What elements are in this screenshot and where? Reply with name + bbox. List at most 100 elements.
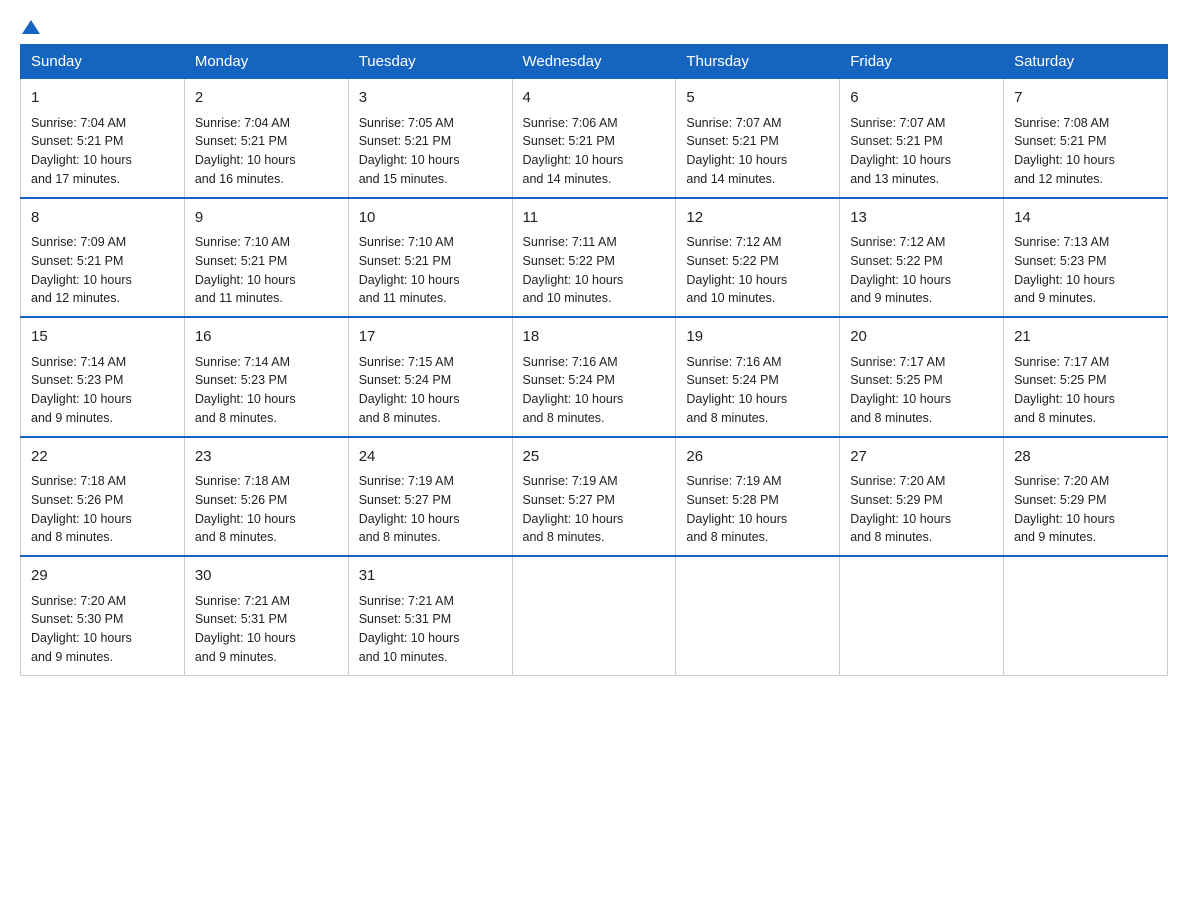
sunset-label: Sunset: 5:21 PM (850, 134, 942, 148)
calendar-week-5: 29Sunrise: 7:20 AMSunset: 5:30 PMDayligh… (21, 556, 1168, 675)
calendar-week-1: 1 Sunrise: 7:04 AM Sunset: 5:21 PM Daylight… (21, 79, 1168, 198)
day-number: 15 (31, 326, 174, 349)
sunrise-label: Sunrise: 7:16 AM (686, 355, 781, 369)
daylight-label: Daylight: 10 hours (850, 392, 951, 406)
sunrise-label: Sunrise: 7:07 AM (686, 116, 781, 130)
calendar-cell (1004, 556, 1168, 675)
sunrise-label: Sunrise: 7:14 AM (31, 355, 126, 369)
daylight-minutes: and 8 minutes. (850, 411, 932, 425)
daylight-label: Daylight: 10 hours (359, 512, 460, 526)
day-number: 1 (31, 87, 174, 110)
sunset-label: Sunset: 5:26 PM (195, 493, 287, 507)
daylight-minutes: and 14 minutes. (523, 172, 612, 186)
calendar-header-row: SundayMondayTuesdayWednesdayThursdayFrid… (21, 45, 1168, 79)
sunrise-label: Sunrise: 7:12 AM (850, 235, 945, 249)
daylight-minutes: and 16 minutes. (195, 172, 284, 186)
sunrise-label: Sunrise: 7:04 AM (195, 116, 290, 130)
daylight-label: Daylight: 10 hours (1014, 392, 1115, 406)
day-number: 6 (850, 87, 993, 110)
day-number: 28 (1014, 446, 1157, 469)
sunrise-label: Sunrise: 7:19 AM (359, 474, 454, 488)
calendar-cell: 26Sunrise: 7:19 AMSunset: 5:28 PMDayligh… (676, 437, 840, 557)
sunset-label: Sunset: 5:29 PM (850, 493, 942, 507)
calendar-cell: 12Sunrise: 7:12 AMSunset: 5:22 PMDayligh… (676, 198, 840, 318)
daylight-minutes: and 14 minutes. (686, 172, 775, 186)
sunrise-label: Sunrise: 7:05 AM (359, 116, 454, 130)
calendar-cell: 10Sunrise: 7:10 AMSunset: 5:21 PMDayligh… (348, 198, 512, 318)
daylight-minutes: and 9 minutes. (1014, 291, 1096, 305)
daylight-minutes: and 8 minutes. (686, 411, 768, 425)
daylight-label: Daylight: 10 hours (850, 273, 951, 287)
day-number: 8 (31, 207, 174, 230)
sunrise-label: Sunrise: 7:12 AM (686, 235, 781, 249)
sunrise-label: Sunrise: 7:20 AM (1014, 474, 1109, 488)
sunrise-label: Sunrise: 7:20 AM (850, 474, 945, 488)
daylight-minutes: and 8 minutes. (195, 530, 277, 544)
daylight-label: Daylight: 10 hours (359, 392, 460, 406)
sunrise-label: Sunrise: 7:07 AM (850, 116, 945, 130)
daylight-label: Daylight: 10 hours (195, 153, 296, 167)
sunset-label: Sunset: 5:21 PM (359, 134, 451, 148)
sunrise-label: Sunrise: 7:17 AM (1014, 355, 1109, 369)
day-number: 3 (359, 87, 502, 110)
day-number: 12 (686, 207, 829, 230)
daylight-label: Daylight: 10 hours (1014, 512, 1115, 526)
sunrise-label: Sunrise: 7:11 AM (523, 235, 617, 249)
calendar-cell: 18Sunrise: 7:16 AMSunset: 5:24 PMDayligh… (512, 317, 676, 437)
daylight-minutes: and 8 minutes. (686, 530, 768, 544)
calendar-cell: 1Sunrise: 7:04 AMSunset: 5:21 PMDaylight… (21, 79, 185, 198)
calendar-cell: 11Sunrise: 7:11 AMSunset: 5:22 PMDayligh… (512, 198, 676, 318)
logo-icon (22, 20, 40, 34)
sunrise-label: Sunrise: 7:10 AM (359, 235, 454, 249)
sunset-label: Sunset: 5:21 PM (359, 254, 451, 268)
sunrise-label: Sunrise: 7:04 AM (31, 116, 126, 130)
sunset-label: Sunset: 5:29 PM (1014, 493, 1106, 507)
daylight-minutes: and 8 minutes. (195, 411, 277, 425)
day-number: 16 (195, 326, 338, 349)
sunset-label: Sunset: 5:21 PM (686, 134, 778, 148)
daylight-minutes: and 8 minutes. (850, 530, 932, 544)
day-number: 10 (359, 207, 502, 230)
day-number: 2 (195, 87, 338, 110)
sunrise-label: Sunrise: 7:21 AM (195, 594, 290, 608)
daylight-minutes: and 15 minutes. (359, 172, 448, 186)
sunset-label: Sunset: 5:27 PM (359, 493, 451, 507)
calendar-cell: 23Sunrise: 7:18 AMSunset: 5:26 PMDayligh… (184, 437, 348, 557)
daylight-minutes: and 10 minutes. (523, 291, 612, 305)
sunrise-label: Sunrise: 7:13 AM (1014, 235, 1109, 249)
daylight-label: Daylight: 10 hours (523, 512, 624, 526)
calendar-cell: 20Sunrise: 7:17 AMSunset: 5:25 PMDayligh… (840, 317, 1004, 437)
daylight-minutes: and 9 minutes. (31, 650, 113, 664)
calendar-cell: 31Sunrise: 7:21 AMSunset: 5:31 PMDayligh… (348, 556, 512, 675)
sunrise-label: Sunrise: 7:18 AM (31, 474, 126, 488)
daylight-minutes: and 11 minutes. (359, 291, 447, 305)
sunset-label: Sunset: 5:24 PM (523, 373, 615, 387)
daylight-label: Daylight: 10 hours (31, 273, 132, 287)
calendar-cell (840, 556, 1004, 675)
day-number: 17 (359, 326, 502, 349)
calendar-cell: 6Sunrise: 7:07 AMSunset: 5:21 PMDaylight… (840, 79, 1004, 198)
sunset-label: Sunset: 5:26 PM (31, 493, 123, 507)
day-number: 11 (523, 207, 666, 230)
daylight-minutes: and 9 minutes. (1014, 530, 1096, 544)
logo (20, 20, 40, 34)
sunset-label: Sunset: 5:22 PM (686, 254, 778, 268)
sunset-label: Sunset: 5:24 PM (686, 373, 778, 387)
day-number: 9 (195, 207, 338, 230)
sunrise-label: Sunrise: 7:21 AM (359, 594, 454, 608)
day-number: 26 (686, 446, 829, 469)
daylight-minutes: and 8 minutes. (359, 411, 441, 425)
daylight-minutes: and 10 minutes. (359, 650, 448, 664)
calendar-cell: 5Sunrise: 7:07 AMSunset: 5:21 PMDaylight… (676, 79, 840, 198)
daylight-label: Daylight: 10 hours (195, 512, 296, 526)
calendar-cell: 15Sunrise: 7:14 AMSunset: 5:23 PMDayligh… (21, 317, 185, 437)
sunrise-label: Sunrise: 7:10 AM (195, 235, 290, 249)
col-header-friday: Friday (840, 45, 1004, 79)
calendar-cell: 25Sunrise: 7:19 AMSunset: 5:27 PMDayligh… (512, 437, 676, 557)
daylight-label: Daylight: 10 hours (523, 273, 624, 287)
sunrise-label: Sunrise: 7:19 AM (686, 474, 781, 488)
sunrise-label: Sunrise: 7:18 AM (195, 474, 290, 488)
day-number: 30 (195, 565, 338, 588)
sunset-label: Sunset: 5:28 PM (686, 493, 778, 507)
daylight-label: Daylight: 10 hours (31, 392, 132, 406)
